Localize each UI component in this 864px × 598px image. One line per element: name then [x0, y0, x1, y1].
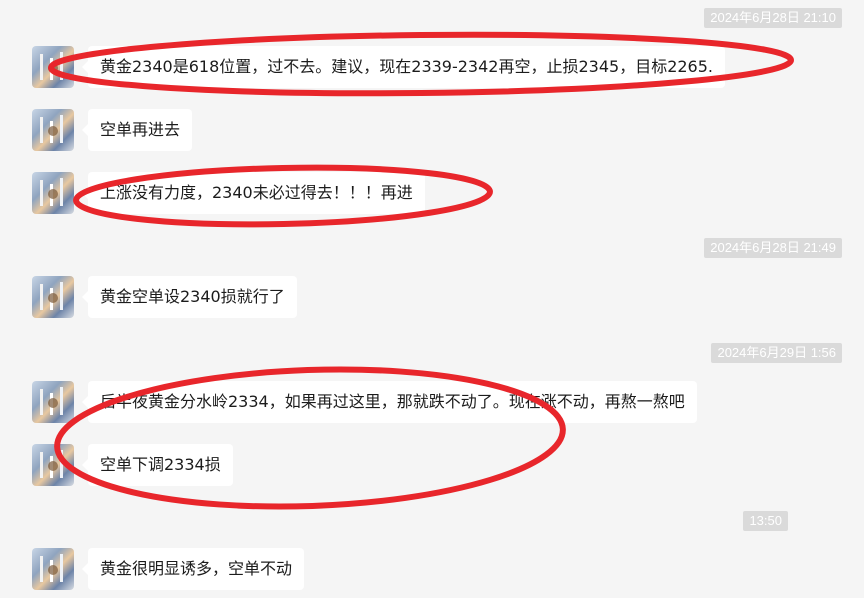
message-bubble[interactable]: 后半夜黄金分水岭2334，如果再过这里，那就跌不动了。现在涨不动，再熬一熬吧 [82, 381, 697, 423]
timestamp: 2024年6月28日 21:10 [704, 8, 842, 28]
avatar[interactable] [32, 444, 74, 486]
avatar[interactable] [32, 548, 74, 590]
timestamp: 2024年6月28日 21:49 [704, 238, 842, 258]
avatar[interactable] [32, 172, 74, 214]
message-bubble[interactable]: 上涨没有力度，2340未必过得去！！！再进 [82, 172, 425, 214]
avatar[interactable] [32, 46, 74, 88]
message-bubble[interactable]: 空单再进去 [81, 109, 193, 151]
avatar[interactable] [32, 109, 74, 151]
message-bubble[interactable]: 黄金空单设2340损就行了 [82, 276, 297, 318]
message-bubble[interactable]: 黄金2340是618位置，过不去。建议，现在2339-2342再空，止损2345… [82, 46, 725, 88]
message-bubble[interactable]: 黄金很明显诱多，空单不动 [81, 548, 305, 590]
avatar[interactable] [32, 381, 74, 423]
timestamp: 13:50 [743, 511, 788, 531]
avatar[interactable] [32, 276, 74, 318]
message-bubble[interactable]: 空单下调2334损 [82, 444, 233, 486]
timestamp: 2024年6月29日 1:56 [711, 343, 842, 363]
